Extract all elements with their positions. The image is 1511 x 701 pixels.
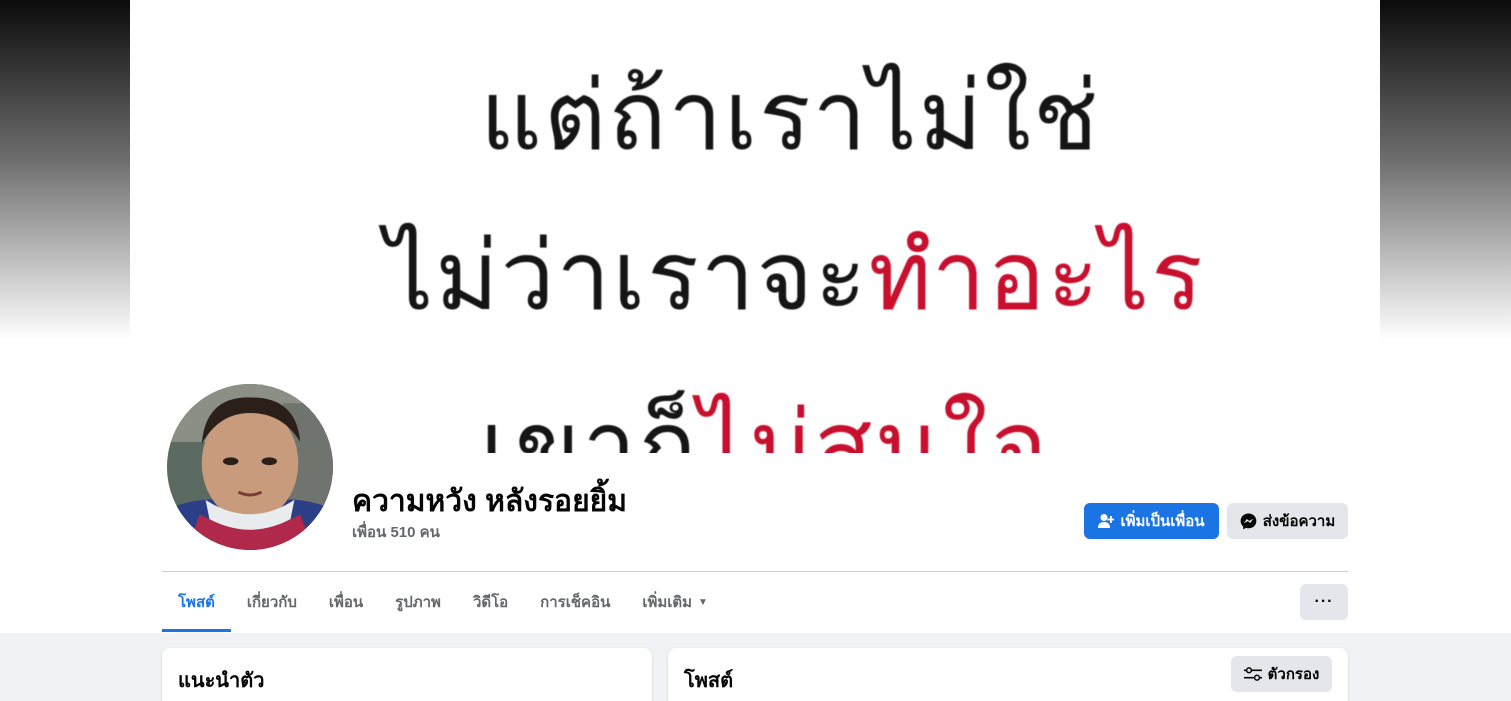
add-friend-button[interactable]: เพิ่มเป็นเพื่อน [1084, 503, 1219, 539]
tab-photos-label: รูปภาพ [395, 594, 441, 611]
intro-title: แนะนำตัว [178, 670, 265, 692]
tab-about[interactable]: เกี่ยวกับ [231, 572, 313, 632]
tab-photos[interactable]: รูปภาพ [379, 572, 457, 632]
tab-friends-label: เพื่อน [328, 594, 364, 611]
friends-count[interactable]: เพื่อน 510 คน [352, 520, 440, 544]
posts-card: โพสต์ ตัวกรอง [668, 648, 1348, 701]
profile-name: ความหวัง หลังรอยยิ้ม [352, 485, 628, 518]
cover-text-line-2: ไม่ว่าเราจะทำอะไร [385, 200, 1205, 352]
more-options-button[interactable]: ··· [1300, 584, 1348, 620]
send-message-button[interactable]: ส่งข้อความ [1227, 503, 1348, 539]
filter-sliders-icon [1243, 667, 1262, 681]
tab-posts[interactable]: โพสต์ [162, 572, 231, 632]
intro-card: แนะนำตัว [162, 648, 652, 701]
tab-more[interactable]: เพิ่มเติม ▼ [626, 572, 724, 632]
tab-posts-label: โพสต์ [178, 594, 215, 611]
tab-videos-label: วิดีโอ [472, 594, 509, 611]
caret-down-icon: ▼ [698, 596, 708, 608]
cover-text-line-2-red: ทำอะไร [868, 220, 1205, 332]
posts-title: โพสต์ [684, 670, 734, 692]
profile-tabs: โพสต์ เกี่ยวกับ เพื่อน รูปภาพ วิดีโอ การ… [162, 572, 724, 632]
filter-button[interactable]: ตัวกรอง [1231, 656, 1332, 692]
send-message-label: ส่งข้อความ [1262, 513, 1336, 530]
cover-text-line-3: เขาก็ไม่สนใจ [480, 370, 1049, 453]
add-friend-label: เพิ่มเป็นเพื่อน [1120, 513, 1205, 530]
cover-text-line-1: แต่ถ้าเราไม่ใช่ [480, 60, 1101, 172]
add-friend-icon [1098, 514, 1115, 528]
avatar-photo-icon [167, 384, 333, 550]
tab-videos[interactable]: วิดีโอ [457, 572, 524, 632]
filter-label: ตัวกรอง [1267, 666, 1320, 683]
tab-friends[interactable]: เพื่อน [313, 572, 379, 632]
messenger-icon [1240, 513, 1257, 529]
cover-text-line-2-black: ไม่ว่าเราจะ [385, 220, 869, 332]
tab-check-ins[interactable]: การเช็คอิน [524, 572, 626, 632]
tab-about-label: เกี่ยวกับ [246, 594, 297, 611]
tab-more-label: เพิ่มเติม [642, 594, 693, 611]
profile-avatar[interactable] [164, 381, 336, 553]
cover-text-line-3-black: เขาก็ [480, 390, 699, 453]
tab-check-ins-label: การเช็คอิน [540, 594, 611, 611]
cover-text-line-3-red: ไม่สนใจ [698, 390, 1050, 453]
cover-photo[interactable]: แต่ถ้าเราไม่ใช่ ไม่ว่าเราจะทำอะไร เขาก็ไ… [130, 0, 1380, 453]
